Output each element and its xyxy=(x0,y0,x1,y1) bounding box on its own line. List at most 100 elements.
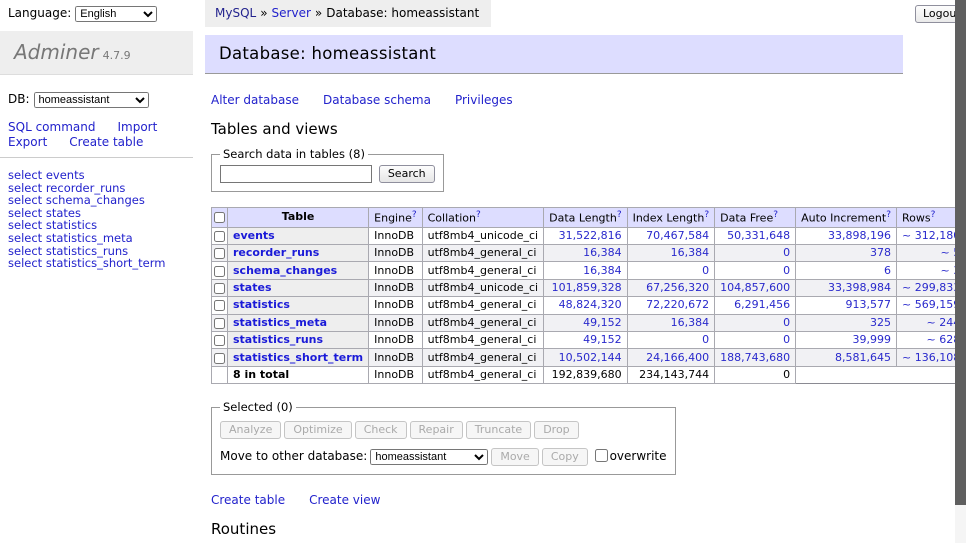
selected-legend: Selected (0) xyxy=(220,400,296,414)
drop-button[interactable]: Drop xyxy=(534,421,578,439)
language-select[interactable]: English xyxy=(75,6,157,22)
sidebar-link-select-schema-changes[interactable]: select schema_changes xyxy=(8,194,193,207)
totals-row: 8 in totalInnoDButf8mb4_general_ci192,83… xyxy=(212,366,966,383)
row-checkbox-schema-changes[interactable] xyxy=(214,266,225,277)
table-link-statistics-short-term[interactable]: statistics_short_term xyxy=(233,351,363,364)
app-name: Adminer xyxy=(14,40,99,64)
row-checkbox-statistics-meta[interactable] xyxy=(214,318,225,329)
column-label: Index Length xyxy=(633,212,705,225)
totals-data_free-cell: 0 xyxy=(715,366,796,383)
column-label: Data Length xyxy=(549,212,617,225)
sidebar-link-select-statistics-short-term[interactable]: select statistics_short_term xyxy=(8,257,193,270)
table-link-recorder-runs[interactable]: recorder_runs xyxy=(233,246,319,259)
data_free-cell: 0 xyxy=(715,262,796,279)
totals-data_length-cell: 192,839,680 xyxy=(544,366,627,383)
table-row: recorder_runsInnoDButf8mb4_general_ci16,… xyxy=(212,245,966,262)
db-action-alter-database[interactable]: Alter database xyxy=(211,93,299,107)
help-icon[interactable]: ? xyxy=(886,210,891,220)
row-checkbox-statistics-runs[interactable] xyxy=(214,335,225,346)
table-link-states[interactable]: states xyxy=(233,281,272,294)
row-checkbox-events[interactable] xyxy=(214,231,225,242)
data_free-cell: 188,743,680 xyxy=(715,349,796,366)
check-button[interactable]: Check xyxy=(355,421,407,439)
data_length-cell: 49,152 xyxy=(544,332,627,349)
table-link-events[interactable]: events xyxy=(233,229,275,242)
copy-button[interactable]: Copy xyxy=(542,448,588,466)
collation-cell: utf8mb4_general_ci xyxy=(422,245,543,262)
truncate-button[interactable]: Truncate xyxy=(466,421,531,439)
overwrite-checkbox[interactable] xyxy=(595,449,608,462)
table-row: eventsInnoDButf8mb4_unicode_ci31,522,816… xyxy=(212,227,966,244)
vertical-scrollbar[interactable] xyxy=(955,0,966,543)
sidebar-link-select-statistics-meta[interactable]: select statistics_meta xyxy=(8,232,193,245)
sidebar: Language:English Adminer4.7.9 DB:homeass… xyxy=(0,0,193,543)
language-row: Language:English xyxy=(0,0,193,22)
column-header-collation: Collation? xyxy=(422,208,543,228)
search-button[interactable]: Search xyxy=(379,165,435,183)
create-create-table[interactable]: Create table xyxy=(211,493,285,507)
help-icon[interactable]: ? xyxy=(931,210,936,220)
menu-link-export[interactable]: Export xyxy=(8,135,47,149)
breadcrumb-server-link[interactable]: Server xyxy=(272,6,311,20)
engine-cell: InnoDB xyxy=(369,314,422,331)
move-buttons: MoveCopy xyxy=(491,449,590,463)
move-label: Move to other database: xyxy=(220,449,367,463)
row-checkbox-cell xyxy=(212,279,228,296)
help-icon[interactable]: ? xyxy=(412,210,417,220)
breadcrumb-separator: » xyxy=(315,6,322,20)
create-create-view[interactable]: Create view xyxy=(309,493,380,507)
column-header-auto-increment: Auto Increment? xyxy=(796,208,897,228)
engine-cell: InnoDB xyxy=(369,349,422,366)
row-checkbox-cell xyxy=(212,227,228,244)
table-row: statistics_runsInnoDButf8mb4_general_ci4… xyxy=(212,332,966,349)
table-link-statistics[interactable]: statistics xyxy=(233,298,290,311)
move-button[interactable]: Move xyxy=(491,448,539,466)
search-input[interactable] xyxy=(220,165,372,183)
repair-button[interactable]: Repair xyxy=(410,421,463,439)
table-link-statistics-meta[interactable]: statistics_meta xyxy=(233,316,327,329)
help-icon[interactable]: ? xyxy=(476,210,481,220)
row-checkbox-statistics-short-term[interactable] xyxy=(214,353,225,364)
help-icon[interactable]: ? xyxy=(704,210,709,220)
row-checkbox-statistics[interactable] xyxy=(214,300,225,311)
scrollbar-thumb[interactable] xyxy=(955,0,966,505)
db-action-privileges[interactable]: Privileges xyxy=(455,93,513,107)
sidebar-menu-line: SQL command Import xyxy=(8,120,193,135)
analyze-button[interactable]: Analyze xyxy=(220,421,281,439)
collation-cell: utf8mb4_general_ci xyxy=(422,314,543,331)
sidebar-menu-line: Export Create table xyxy=(8,135,193,150)
auto_increment-cell: 6 xyxy=(796,262,897,279)
move-db-select[interactable]: homeassistant xyxy=(370,449,488,465)
data_free-cell: 0 xyxy=(715,332,796,349)
table-header-row: TableEngine?Collation?Data Length?Index … xyxy=(212,208,966,228)
menu-link-create-table[interactable]: Create table xyxy=(69,135,143,149)
select-all-checkbox[interactable] xyxy=(214,212,225,223)
breadcrumb-mysql-link[interactable]: MySQL xyxy=(215,6,256,20)
sidebar-link-select-events[interactable]: select events xyxy=(8,169,193,182)
engine-cell: InnoDB xyxy=(369,227,422,244)
index_length-cell: 70,467,584 xyxy=(627,227,715,244)
db-select[interactable]: homeassistant xyxy=(34,92,149,108)
row-checkbox-states[interactable] xyxy=(214,283,225,294)
row-checkbox-recorder-runs[interactable] xyxy=(214,248,225,259)
engine-cell: InnoDB xyxy=(369,332,422,349)
help-icon[interactable]: ? xyxy=(617,210,622,220)
menu-link-sql-command[interactable]: SQL command xyxy=(8,120,95,134)
data_length-cell: 10,502,144 xyxy=(544,349,627,366)
column-label: Table xyxy=(282,210,315,223)
row-checkbox-cell xyxy=(212,314,228,331)
tables-and-views-heading: Tables and views xyxy=(211,120,917,138)
row-checkbox-cell xyxy=(212,245,228,262)
engine-cell: InnoDB xyxy=(369,279,422,296)
totals-empty-cell xyxy=(212,366,228,383)
help-icon[interactable]: ? xyxy=(773,210,778,220)
table-link-statistics-runs[interactable]: statistics_runs xyxy=(233,333,323,346)
db-action-database-schema[interactable]: Database schema xyxy=(323,93,431,107)
overwrite-label[interactable]: overwrite xyxy=(595,449,667,463)
auto_increment-cell: 8,581,645 xyxy=(796,349,897,366)
menu-link-import[interactable]: Import xyxy=(117,120,157,134)
optimize-button[interactable]: Optimize xyxy=(284,421,351,439)
column-label: Collation xyxy=(428,212,476,225)
table-link-schema-changes[interactable]: schema_changes xyxy=(233,264,337,277)
collation-cell: utf8mb4_unicode_ci xyxy=(422,227,543,244)
